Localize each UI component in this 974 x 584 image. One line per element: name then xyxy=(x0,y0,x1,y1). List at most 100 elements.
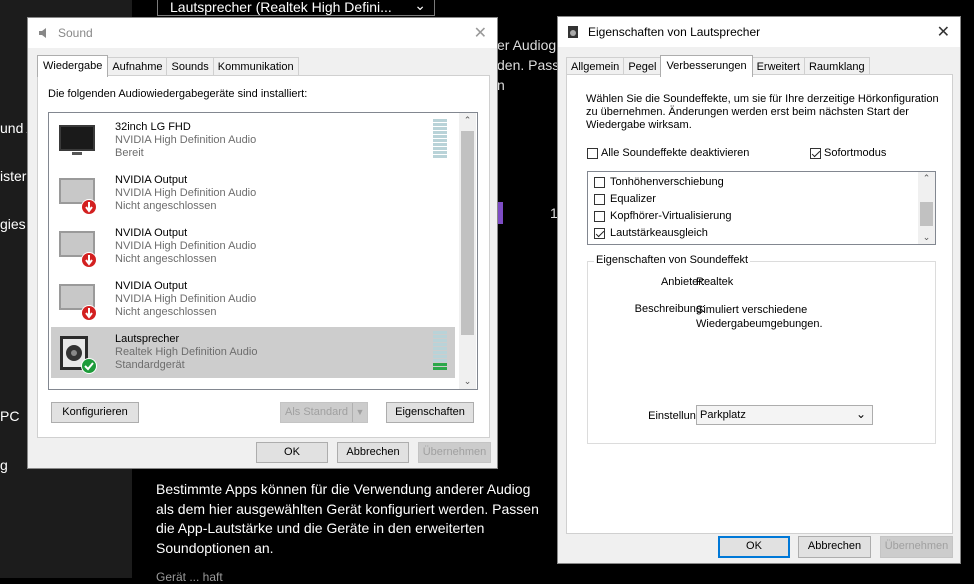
effects-list[interactable]: Tonhöhenverschiebung Equalizer Kopfhörer… xyxy=(587,171,936,245)
sidebar-item[interactable]: PC xyxy=(0,408,19,424)
scroll-up-icon[interactable]: ⌃ xyxy=(918,173,935,184)
effect-checkbox[interactable] xyxy=(594,194,605,205)
device-item-selected[interactable]: Lautsprecher Realtek High Definition Aud… xyxy=(51,327,455,378)
tab-playback[interactable]: Wiedergabe xyxy=(37,55,109,77)
device-driver: NVIDIA High Definition Audio xyxy=(115,240,257,252)
immediate-mode-label[interactable]: Sofortmodus xyxy=(824,147,886,159)
device-status: Nicht angeschlossen xyxy=(115,200,217,212)
close-icon[interactable]: ✕ xyxy=(474,23,487,43)
device-item[interactable]: 32inch LG FHD NVIDIA High Definition Aud… xyxy=(51,115,455,166)
bg-paragraph-line: als dem hier ausgewählten Gerät konfigur… xyxy=(156,500,539,517)
setting-select-value: Parkplatz xyxy=(700,409,746,421)
dropdown-label: Lautsprecher (Realtek High Defini... xyxy=(170,0,392,15)
description-label: Beschreibung: xyxy=(634,303,705,315)
monitor-disconnected-icon xyxy=(59,178,97,215)
ok-button[interactable]: OK xyxy=(718,536,790,558)
description-value: Simuliert verschiedene Wiedergabeumgebun… xyxy=(696,303,823,331)
devices-heading: Die folgenden Audiowiedergabegeräte sind… xyxy=(48,88,308,100)
tab-panel: Die folgenden Audiowiedergabegeräte sind… xyxy=(37,75,490,438)
dialog-title: Eigenschaften von Lautsprecher xyxy=(588,25,761,39)
bg-paragraph: Bestimmte Apps können für die Verwendung… xyxy=(156,480,539,558)
description-line: Wählen Sie die Soundeffekte, um sie für … xyxy=(586,93,939,105)
title-bar: Sound ✕ xyxy=(28,18,497,48)
configure-button[interactable]: Konfigurieren xyxy=(51,402,139,423)
bg-text-fragment: n xyxy=(497,77,505,93)
monitor-disconnected-icon xyxy=(59,284,97,321)
scroll-up-icon[interactable]: ⌃ xyxy=(459,115,476,126)
description-value-line: Wiedergabeumgebungen. xyxy=(696,318,823,330)
device-name: NVIDIA Output xyxy=(115,174,188,186)
bg-text-fragment: er Audiog xyxy=(497,37,557,53)
description-line: zu übernehmen. Änderungen werden erst be… xyxy=(586,106,909,118)
apply-button[interactable]: Übernehmen xyxy=(418,442,491,463)
device-driver: NVIDIA High Definition Audio xyxy=(115,293,257,305)
device-list[interactable]: 32inch LG FHD NVIDIA High Definition Aud… xyxy=(48,112,478,390)
disable-all-label[interactable]: Alle Soundeffekte deaktivieren xyxy=(601,147,749,159)
effect-label[interactable]: Tonhöhenverschiebung xyxy=(610,176,724,188)
speaker-properties-dialog: Eigenschaften von Lautsprecher ✕ Allgeme… xyxy=(557,16,961,564)
bg-link[interactable]: Gerät ... haft xyxy=(156,570,223,584)
effect-properties-group: Eigenschaften von Soundeffekt Anbieter: … xyxy=(587,254,936,444)
monitor-disconnected-icon xyxy=(59,231,97,268)
tab-panel: Wählen Sie die Soundeffekte, um sie für … xyxy=(566,74,953,534)
tab-enhancements[interactable]: Verbesserungen xyxy=(660,55,753,77)
speaker-icon xyxy=(568,26,578,38)
chevron-down-icon: ⌄ xyxy=(414,0,426,13)
title-bar: Eigenschaften von Lautsprecher ✕ xyxy=(558,17,960,47)
device-driver: NVIDIA High Definition Audio xyxy=(115,134,257,146)
device-name: NVIDIA Output xyxy=(115,280,188,292)
scroll-down-icon[interactable]: ⌄ xyxy=(459,376,476,387)
sidebar-item[interactable]: g xyxy=(0,457,8,473)
device-item[interactable]: NVIDIA Output NVIDIA High Definition Aud… xyxy=(51,274,455,325)
bg-paragraph-line: die App-Lautstärke und die Geräte in den… xyxy=(156,520,485,536)
sidebar-item[interactable]: ister xyxy=(0,168,26,184)
effect-label[interactable]: Kopfhörer-Virtualisierung xyxy=(610,210,731,222)
effect-label[interactable]: Lautstärkeausgleich xyxy=(610,227,708,239)
cancel-button[interactable]: Abbrechen xyxy=(337,442,409,463)
chevron-down-icon[interactable]: ▼ xyxy=(352,403,367,422)
close-icon[interactable]: ✕ xyxy=(937,22,950,42)
description-value-line: Simuliert verschiedene xyxy=(696,304,808,316)
cancel-button[interactable]: Abbrechen xyxy=(798,536,871,558)
properties-button[interactable]: Eigenschaften xyxy=(386,402,474,423)
set-default-button[interactable]: Als Standard ▼ xyxy=(280,402,368,423)
scrollbar-thumb[interactable] xyxy=(461,131,474,335)
sidebar-item[interactable]: gies xyxy=(0,216,26,232)
device-item[interactable]: NVIDIA Output NVIDIA High Definition Aud… xyxy=(51,168,455,219)
provider-value: Realtek xyxy=(696,276,734,288)
effect-label[interactable]: Equalizer xyxy=(610,193,656,205)
scrollbar-thumb[interactable] xyxy=(920,202,933,226)
device-list-scrollbar[interactable]: ⌃ ⌄ xyxy=(459,113,476,389)
setting-select[interactable]: Parkplatz ⌄ xyxy=(696,405,873,425)
set-default-label: Als Standard xyxy=(285,406,348,418)
device-item[interactable]: NVIDIA Output NVIDIA High Definition Aud… xyxy=(51,221,455,272)
effects-scrollbar[interactable]: ⌃ ⌄ xyxy=(918,172,935,244)
effect-checkbox[interactable] xyxy=(594,211,605,222)
enhancements-description: Wählen Sie die Soundeffekte, um sie für … xyxy=(586,93,939,132)
disable-all-checkbox[interactable] xyxy=(587,148,598,159)
device-status: Standardgerät xyxy=(115,359,185,371)
bg-paragraph-line: Bestimmte Apps können für die Verwendung… xyxy=(156,481,531,497)
volume-meter xyxy=(433,331,447,371)
chevron-down-icon: ⌄ xyxy=(855,407,866,421)
monitor-icon xyxy=(59,125,95,155)
device-driver: Realtek High Definition Audio xyxy=(115,346,258,358)
device-status: Nicht angeschlossen xyxy=(115,253,217,265)
speaker-default-icon xyxy=(60,336,97,374)
device-name: Lautsprecher xyxy=(115,333,180,345)
scroll-down-icon[interactable]: ⌄ xyxy=(918,232,935,243)
description-line: Wiedergabe wirksam. xyxy=(586,119,692,131)
effect-checkbox[interactable] xyxy=(594,228,605,239)
immediate-mode-checkbox[interactable] xyxy=(810,148,821,159)
device-name: NVIDIA Output xyxy=(115,227,188,239)
effect-checkbox[interactable] xyxy=(594,177,605,188)
ok-button[interactable]: OK xyxy=(256,442,328,463)
device-driver: NVIDIA High Definition Audio xyxy=(115,187,257,199)
output-device-dropdown[interactable]: Lautsprecher (Realtek High Defini... ⌄ xyxy=(157,0,435,16)
apply-button[interactable]: Übernehmen xyxy=(880,536,953,558)
speaker-icon xyxy=(39,28,46,38)
dialog-title: Sound xyxy=(58,26,93,40)
device-status: Bereit xyxy=(115,147,144,159)
tab-bar: Wiedergabe Aufnahme Sounds Kommunikation xyxy=(37,55,299,79)
group-title: Eigenschaften von Soundeffekt xyxy=(594,254,751,266)
